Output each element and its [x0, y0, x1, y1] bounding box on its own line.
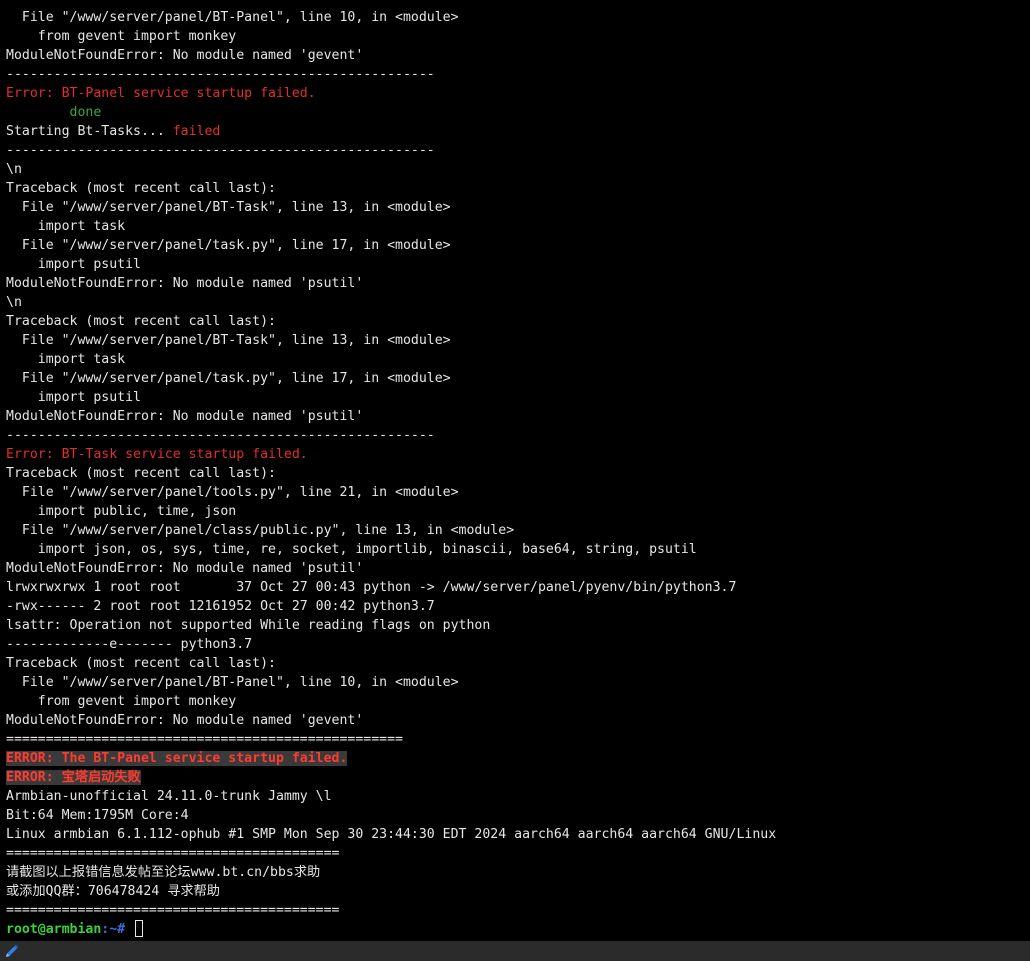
output-line: Bit:64 Mem:1795M Core:4: [6, 808, 189, 823]
highlighted-error-line: ERROR: The BT-Panel service startup fail…: [6, 749, 1030, 768]
output-line: \n: [6, 295, 22, 310]
output-line: import task: [6, 352, 126, 367]
output-line: File "/www/server/panel/BT-Task", line 1…: [6, 200, 451, 215]
output-line: File "/www/server/panel/BT-Task", line 1…: [6, 333, 451, 348]
output-line: from gevent import monkey: [6, 29, 237, 44]
pencil-icon[interactable]: [5, 944, 19, 958]
output-line: ModuleNotFoundError: No module named 'ps…: [6, 276, 364, 291]
output-line: File "/www/server/panel/task.py", line 1…: [6, 371, 451, 386]
starting-tasks-line: Starting Bt-Tasks... failed: [6, 122, 1030, 141]
output-line: ModuleNotFoundError: No module named 'ge…: [6, 713, 364, 728]
output-line: lsattr: Operation not supported While re…: [6, 618, 491, 633]
separator-line: ========================================…: [6, 846, 340, 861]
output-line: import psutil: [6, 257, 141, 272]
starting-tasks-text: Starting Bt-Tasks...: [6, 124, 173, 139]
output-line: 或添加QQ群：706478424 寻求帮助: [6, 884, 220, 899]
prompt-user-host: root@armbian: [6, 922, 102, 937]
output-line: import public, time, json: [6, 504, 237, 519]
separator-line: ========================================…: [6, 903, 340, 918]
output-line: import psutil: [6, 390, 141, 405]
output-line: Traceback (most recent call last):: [6, 181, 276, 196]
output-line: Linux armbian 6.1.112-ophub #1 SMP Mon S…: [6, 827, 777, 842]
output-line: Traceback (most recent call last):: [6, 656, 276, 671]
output-line: File "/www/server/panel/class/public.py"…: [6, 523, 515, 538]
text-cursor: [135, 920, 144, 937]
highlighted-error-line: ERROR: 宝塔启动失败: [6, 768, 1030, 787]
separator-line: ----------------------------------------…: [6, 143, 435, 158]
output-line: File "/www/server/panel/task.py", line 1…: [6, 238, 451, 253]
output-line: -rwx------ 2 root root 12161952 Oct 27 0…: [6, 599, 435, 614]
error-line: Error: BT-Panel service startup failed.: [6, 86, 316, 101]
error-line: Error: BT-Task service startup failed.: [6, 447, 308, 462]
output-line: from gevent import monkey: [6, 694, 237, 709]
output-line: Traceback (most recent call last):: [6, 466, 276, 481]
output-line: -------------e------- python3.7: [6, 637, 253, 652]
error-highlight: ERROR: 宝塔启动失败: [6, 770, 141, 785]
output-line: lrwxrwxrwx 1 root root 37 Oct 27 00:43 p…: [6, 580, 737, 595]
error-highlight: ERROR: The BT-Panel service startup fail…: [6, 751, 348, 766]
output-line: \n: [6, 162, 22, 177]
status-bar: [0, 941, 1030, 961]
output-line: ModuleNotFoundError: No module named 'ps…: [6, 409, 364, 424]
terminal-output[interactable]: File "/www/server/panel/BT-Panel", line …: [6, 8, 1030, 939]
failed-status: failed: [172, 124, 221, 139]
separator-line: ----------------------------------------…: [6, 67, 435, 82]
output-line: import task: [6, 219, 126, 234]
output-line: File "/www/server/panel/tools.py", line …: [6, 485, 459, 500]
output-line: ModuleNotFoundError: No module named 'ps…: [6, 561, 364, 576]
done-line: done: [6, 105, 102, 120]
output-line: File "/www/server/panel/BT-Panel", line …: [6, 675, 459, 690]
output-line: Armbian-unofficial 24.11.0-trunk Jammy \…: [6, 789, 332, 804]
output-line: Traceback (most recent call last):: [6, 314, 276, 329]
shell-prompt-line[interactable]: root@armbian:~#: [6, 920, 1030, 939]
output-line: 请截图以上报错信息发帖至论坛www.bt.cn/bbs求助: [6, 865, 321, 880]
output-line: File "/www/server/panel/BT-Panel", line …: [6, 10, 459, 25]
prompt-path: :~#: [101, 922, 134, 937]
output-line: ModuleNotFoundError: No module named 'ge…: [6, 48, 364, 63]
separator-line: ========================================…: [6, 732, 403, 747]
output-line: import json, os, sys, time, re, socket, …: [6, 542, 697, 557]
separator-line: ----------------------------------------…: [6, 428, 435, 443]
